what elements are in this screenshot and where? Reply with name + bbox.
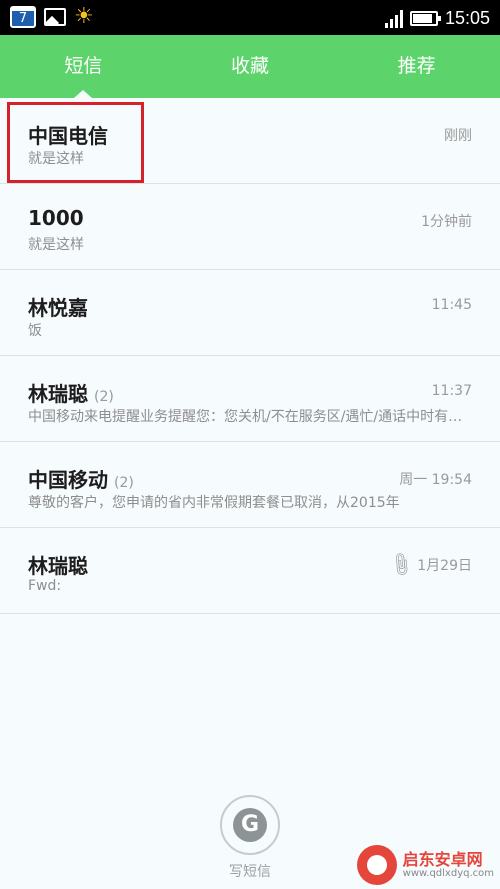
message-count: (2) — [94, 389, 114, 405]
message-preview: 饭 — [28, 323, 42, 339]
message-count: (2) — [114, 475, 134, 491]
highlight-box — [7, 102, 144, 183]
status-time: 15:05 — [444, 8, 490, 28]
battery-icon — [409, 11, 441, 26]
message-time: 11:37 — [431, 383, 472, 399]
compose-label: 写短信 — [229, 864, 271, 880]
message-time: 11:45 — [431, 297, 472, 313]
attachment-icon: 📎︎ — [385, 550, 416, 580]
compose-icon: G — [233, 808, 267, 842]
calendar-icon: 7 — [10, 6, 36, 28]
message-time: 1分钟前 — [421, 214, 472, 230]
message-time: 周一 19:54 — [399, 472, 472, 488]
tab-favorites[interactable]: 收藏 — [167, 35, 334, 98]
watermark-logo-icon — [356, 845, 397, 885]
conversation-row[interactable]: 林瑞聪 (2) 中国移动来电提醒业务提醒您：您关机/不在服务区/遇忙/通话中时有来… — [0, 356, 500, 442]
watermark: 启东安卓网 www.qdlxdyq.com — [356, 845, 494, 885]
conversation-row[interactable]: 1000 就是这样 1分钟前 — [0, 184, 500, 270]
image-icon — [44, 8, 66, 26]
contact-name: 林瑞聪 — [28, 554, 88, 578]
watermark-url: www.qdlxdyq.com — [402, 867, 494, 879]
contact-name: 中国移动 — [28, 468, 108, 492]
signal-icon — [384, 9, 403, 28]
watermark-text: 启东安卓网 — [402, 849, 483, 869]
tab-sms[interactable]: 短信 — [0, 35, 167, 98]
contact-name: 林瑞聪 — [28, 382, 88, 406]
conversation-row[interactable]: 林悦嘉 饭 11:45 — [0, 270, 500, 356]
conversation-row[interactable]: 林瑞聪 Fwd: 📎︎ 1月29日 — [0, 528, 500, 614]
conversation-row[interactable]: 中国移动 (2) 尊敬的客户，您申请的省内非常假期套餐已取消，从2015年 周一 … — [0, 442, 500, 528]
message-preview: Fwd: — [28, 578, 62, 594]
message-preview: 尊敬的客户，您申请的省内非常假期套餐已取消，从2015年 — [28, 495, 400, 511]
sun-icon: ☀ — [74, 4, 94, 29]
tab-bar: 短信 收藏 推荐 — [0, 35, 500, 98]
message-time: 1月29日 — [417, 558, 472, 574]
message-time: 刚刚 — [444, 128, 472, 144]
contact-name: 1000 — [28, 206, 84, 230]
compose-button[interactable]: G 写短信 — [214, 795, 286, 881]
contact-name: 林悦嘉 — [28, 296, 88, 320]
message-preview: 就是这样 — [28, 237, 84, 253]
message-preview: 中国移动来电提醒业务提醒您：您关机/不在服务区/遇忙/通话中时有来电 — [28, 409, 468, 425]
tab-recommend[interactable]: 推荐 — [333, 35, 500, 98]
status-bar: 7 ☀ 15:05 — [0, 0, 500, 35]
